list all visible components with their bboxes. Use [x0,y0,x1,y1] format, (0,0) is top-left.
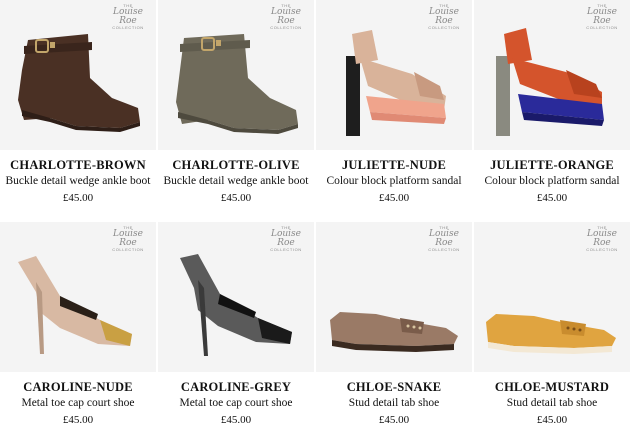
product-price: £45.00 [220,414,252,426]
product-image[interactable]: THE Louise Roe COLLECTION [316,222,472,372]
product-name[interactable]: CHLOE-MUSTARD [474,380,630,395]
product-description: Metal toe cap court shoe [21,397,135,409]
platform-sandal-image [346,30,446,136]
product-name[interactable]: JULIETTE-NUDE [316,158,472,173]
wedge-ankle-boot-image [18,34,140,132]
product-grid: THE Louise Roe COLLECTION CHARLOTTE-BROW… [0,0,640,437]
product-description: Buckle detail wedge ankle boot [5,175,151,187]
product-price: £45.00 [62,192,94,204]
product-name[interactable]: CHLOE-SNAKE [316,380,472,395]
product-description: Buckle detail wedge ankle boot [163,175,309,187]
product-description: Stud detail tab shoe [348,397,440,409]
court-shoe-image [180,254,292,356]
product-image[interactable]: THE Louise Roe COLLECTION [158,222,314,372]
product-price: £45.00 [378,414,410,426]
product-card-juliette-orange[interactable]: THE Louise Roe COLLECTION JULIETTE-ORANG… [474,0,630,218]
platform-sandal-image [496,28,604,136]
product-price: £45.00 [536,414,568,426]
product-price: £45.00 [220,192,252,204]
product-card-caroline-nude[interactable]: THE Louise Roe COLLECTION CAROLINE-NUDE … [0,222,156,440]
flat-tab-shoe-image [330,312,458,352]
product-card-chloe-mustard[interactable]: THE Louise Roe COLLECTION CHLOE-MUSTARD … [474,222,630,440]
product-description: Metal toe cap court shoe [179,397,293,409]
product-name[interactable]: CHARLOTTE-BROWN [0,158,156,173]
product-price: £45.00 [62,414,94,426]
product-card-caroline-grey[interactable]: THE Louise Roe COLLECTION CAROLINE-GREY … [158,222,314,440]
product-image[interactable]: THE Louise Roe COLLECTION [0,222,156,372]
product-image[interactable]: THE Louise Roe COLLECTION [474,222,630,372]
product-price: £45.00 [378,192,410,204]
product-image[interactable]: THE Louise Roe COLLECTION [316,0,472,150]
product-description: Stud detail tab shoe [506,397,598,409]
product-card-charlotte-olive[interactable]: THE Louise Roe COLLECTION CHARLOTTE-OLIV… [158,0,314,218]
flat-tab-shoe-image [486,314,616,354]
product-description: Colour block platform sandal [326,175,462,187]
product-name[interactable]: JULIETTE-ORANGE [474,158,630,173]
product-image[interactable]: THE Louise Roe COLLECTION [474,0,630,150]
product-name[interactable]: CAROLINE-NUDE [0,380,156,395]
product-card-juliette-nude[interactable]: THE Louise Roe COLLECTION JULIETTE-NUDE … [316,0,472,218]
product-image[interactable]: THE Louise Roe COLLECTION [0,0,156,150]
product-card-chloe-snake[interactable]: THE Louise Roe COLLECTION CHLOE-SNAKE St… [316,222,472,440]
product-card-charlotte-brown[interactable]: THE Louise Roe COLLECTION CHARLOTTE-BROW… [0,0,156,218]
wedge-ankle-boot-image [176,34,298,134]
court-shoe-image [18,256,132,354]
product-price: £45.00 [536,192,568,204]
product-image[interactable]: THE Louise Roe COLLECTION [158,0,314,150]
product-name[interactable]: CHARLOTTE-OLIVE [158,158,314,173]
product-description: Colour block platform sandal [484,175,620,187]
product-name[interactable]: CAROLINE-GREY [158,380,314,395]
